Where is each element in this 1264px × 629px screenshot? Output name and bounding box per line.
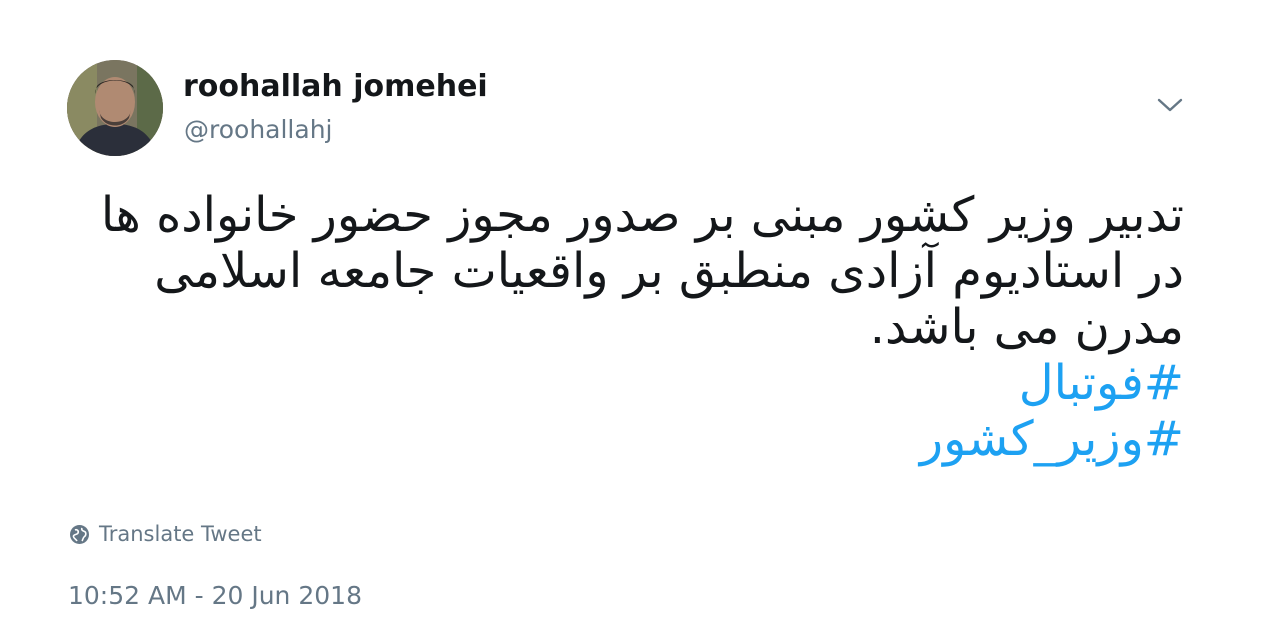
hashtag-link[interactable]: #وزیر_کشور [84,411,1184,467]
translate-tweet-button[interactable]: Translate Tweet [69,520,262,548]
avatar-photo-icon [67,60,163,156]
tweet-body: تدبیر وزیر کشور مبنی بر صدور مجوز حضور خ… [84,187,1184,467]
tweet-text: تدبیر وزیر کشور مبنی بر صدور مجوز حضور خ… [100,187,1184,355]
author-avatar[interactable] [67,60,163,156]
tweet-card: roohallah jomehei @roohallahj تدبیر وزیر… [0,0,1264,629]
hashtag-link[interactable]: #فوتبال [84,355,1184,411]
author-display-name[interactable]: roohallah jomehei [183,69,488,104]
tweet-menu-button[interactable] [1154,93,1186,117]
author-handle[interactable]: @roohallahj [184,115,333,144]
tweet-timestamp[interactable]: 10:52 AM - 20 Jun 2018 [68,581,362,610]
translate-tweet-label: Translate Tweet [99,522,262,546]
chevron-down-icon [1157,98,1183,112]
globe-icon [70,524,89,544]
